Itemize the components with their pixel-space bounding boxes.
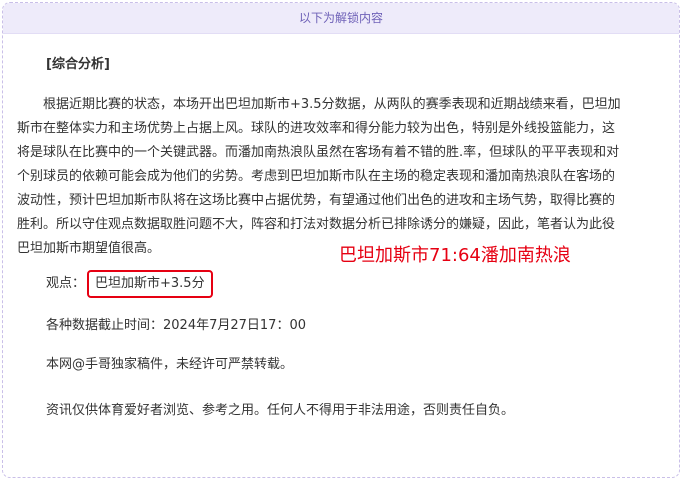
score-annotation: 巴坦加斯市71:64潘加南热浪 xyxy=(339,245,571,266)
analysis-line: 个别球员的依赖可能会成为他们的劣势。考虑到巴坦加斯市队在主场的稳定表现和潘加南热… xyxy=(17,169,616,184)
disclaimer-notice: 资讯仅供体育爱好者浏览、参考之用。任何人不得用于非法用途，否则责任自负。 xyxy=(46,403,515,418)
analysis-line: 将是球队在比赛中的一个关键武器。而潘加南热浪队虽然在客场有着不错的胜.率，但球队… xyxy=(17,145,620,160)
analysis-line: 根据近期比赛的状态，本场开出巴坦加斯市+3.5分数据，从两队的赛季表现和近期战绩… xyxy=(17,97,621,112)
view-row: 观点： 巴坦加斯市+3.5分 xyxy=(46,270,213,298)
analysis-line: 波动性，预计巴坦加斯市队将在这场比赛中占据优势，有望通过他们出色的进攻和主场气势… xyxy=(17,193,616,208)
analysis-paragraph: 根据近期比赛的状态，本场开出巴坦加斯市+3.5分数据，从两队的赛季表现和近期战绩… xyxy=(17,93,667,261)
unlock-header-label: 以下为解锁内容 xyxy=(298,11,383,25)
unlocked-content-panel: 以下为解锁内容 [综合分析] 根据近期比赛的状态，本场开出巴坦加斯市+3.5分数… xyxy=(2,2,680,478)
analysis-heading: [综合分析] xyxy=(46,57,110,72)
analysis-line: 胜利。所以守住观点数据取胜问题不大，阵容和打法对数据分析已排除诱分的嫌疑，因此，… xyxy=(17,217,616,232)
view-value-box: 巴坦加斯市+3.5分 xyxy=(87,270,213,298)
article-body: [综合分析] 根据近期比赛的状态，本场开出巴坦加斯市+3.5分数据，从两队的赛季… xyxy=(3,33,679,477)
unlock-header: 以下为解锁内容 xyxy=(3,3,679,34)
view-label: 观点： xyxy=(46,276,86,291)
data-deadline: 各种数据截止时间：2024年7月27日17：00 xyxy=(46,318,306,333)
copyright-notice: 本网@手哥独家稿件，未经许可严禁转载。 xyxy=(46,357,294,372)
analysis-line: 斯市在整体实力和主场优势上占据上风。球队的进攻效率和得分能力较为出色，特别是外线… xyxy=(17,121,616,136)
